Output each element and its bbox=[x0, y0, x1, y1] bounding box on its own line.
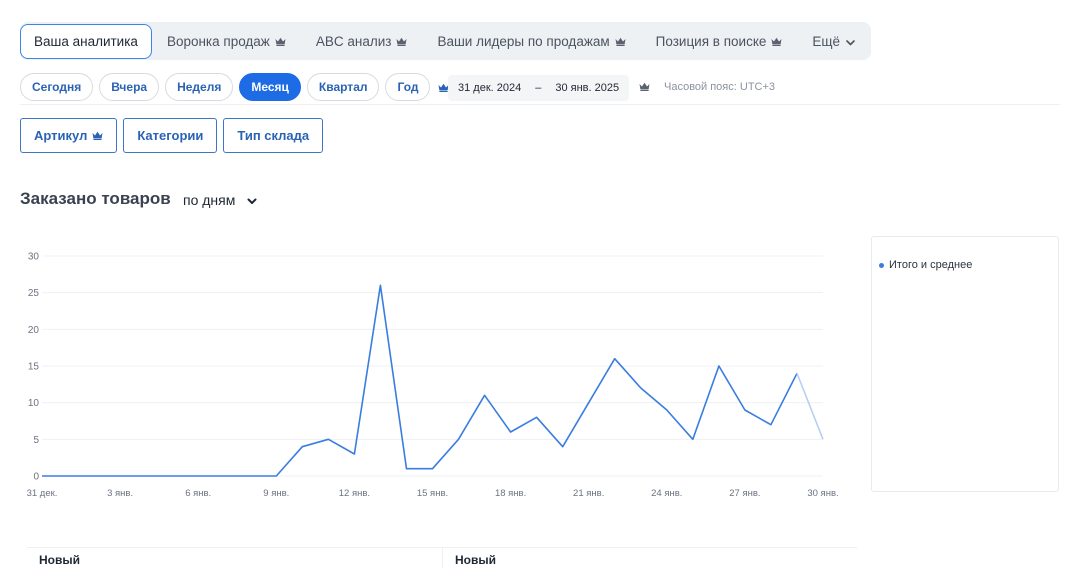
period-1[interactable]: Вчера bbox=[99, 73, 160, 101]
filter-label: Тип склада bbox=[237, 128, 310, 143]
tab-4[interactable]: Позиция в поиске bbox=[641, 22, 798, 60]
y-tick-label: 25 bbox=[28, 288, 40, 299]
date-from: 31 дек. 2024 bbox=[458, 82, 522, 94]
y-tick-label: 15 bbox=[28, 362, 40, 373]
chevron-down-icon bbox=[247, 192, 257, 208]
series-line-partial bbox=[796, 373, 824, 440]
y-tick-label: 5 bbox=[33, 435, 39, 446]
tab-label: Ваши лидеры по продажам bbox=[437, 33, 610, 49]
table-header-cell: Новый bbox=[39, 553, 80, 567]
period-3[interactable]: Месяц bbox=[239, 73, 301, 101]
legend-item-total[interactable]: Итого и среднее bbox=[879, 259, 972, 271]
tab-0[interactable]: Ваша аналитика bbox=[20, 23, 152, 59]
tab-label: Позиция в поиске bbox=[655, 33, 767, 49]
x-tick-label: 9 янв. bbox=[263, 488, 289, 499]
period-0[interactable]: Сегодня bbox=[20, 73, 94, 101]
x-tick-label: 3 янв. bbox=[107, 488, 133, 499]
period-2[interactable]: Неделя bbox=[165, 73, 234, 101]
crown-icon bbox=[396, 37, 407, 46]
filter-button-2[interactable]: Тип склада bbox=[223, 118, 324, 153]
date-range-picker[interactable]: 31 дек. 2024 – 30 янв. 2025 bbox=[448, 75, 630, 101]
crown-icon bbox=[275, 37, 286, 46]
chevron-down-icon bbox=[846, 34, 855, 49]
tab-3[interactable]: Ваши лидеры по продажам bbox=[422, 22, 640, 60]
filter-button-0[interactable]: Артикул bbox=[20, 118, 118, 153]
crown-icon bbox=[771, 37, 782, 46]
crown-icon bbox=[92, 131, 103, 140]
x-tick-label: 18 янв. bbox=[495, 488, 526, 499]
granularity-select[interactable]: по дням bbox=[183, 192, 257, 208]
x-tick-label: 6 янв. bbox=[185, 488, 211, 499]
granularity-value: по дням bbox=[183, 192, 236, 208]
filter-label: Категории bbox=[137, 128, 204, 143]
period-4[interactable]: Квартал bbox=[306, 73, 380, 101]
tab-label: Ваша аналитика bbox=[34, 33, 138, 49]
period-5[interactable]: Год bbox=[385, 73, 431, 101]
date-separator: – bbox=[535, 82, 542, 94]
x-tick-label: 15 янв. bbox=[417, 488, 448, 499]
date-to: 30 янв. 2025 bbox=[555, 82, 620, 94]
y-tick-label: 20 bbox=[28, 325, 40, 336]
filter-label: Артикул bbox=[34, 128, 88, 143]
tab-1[interactable]: Воронка продаж bbox=[152, 22, 301, 60]
x-tick-label: 12 янв. bbox=[339, 488, 370, 499]
crown-icon bbox=[615, 37, 626, 46]
y-tick-label: 30 bbox=[28, 252, 40, 263]
table-header-cell: Новый bbox=[455, 553, 496, 567]
table-column: Новый bbox=[27, 548, 443, 568]
legend-label: Итого и среднее bbox=[889, 259, 973, 271]
divider bbox=[20, 104, 1060, 105]
chart-title: Заказано товаров bbox=[20, 189, 171, 208]
series-line bbox=[42, 284, 798, 477]
x-tick-label: 27 янв. bbox=[729, 488, 760, 499]
timezone-label: Часовой пояс: UTC+3 bbox=[664, 81, 776, 93]
analytics-tabs: Ваша аналитика Воронка продаж ABC анализ Ва… bbox=[20, 22, 871, 60]
filter-buttons: Артикул Категории Тип склада bbox=[20, 118, 329, 153]
filter-button-1[interactable]: Категории bbox=[123, 118, 218, 153]
tab-label: ABC анализ bbox=[315, 33, 392, 49]
y-tick-label: 10 bbox=[28, 398, 40, 409]
x-tick-label: 24 янв. bbox=[651, 488, 682, 499]
period-selector: Сегодня Вчера Неделя Месяц Квартал Год bbox=[20, 73, 449, 101]
tab-5[interactable]: Ещё bbox=[797, 22, 870, 60]
x-tick-label: 30 янв. bbox=[807, 488, 838, 499]
crown-icon bbox=[639, 82, 650, 91]
tab-label: Воронка продаж bbox=[166, 33, 270, 49]
tab-label: Ещё bbox=[812, 33, 841, 49]
legend-dot bbox=[879, 262, 884, 268]
y-tick-label: 0 bbox=[33, 472, 39, 483]
tab-2[interactable]: ABC анализ bbox=[301, 22, 423, 60]
x-tick-label: 21 янв. bbox=[573, 488, 604, 499]
chart-legend: Итого и среднее bbox=[871, 236, 1059, 492]
orders-line-chart: 0 5 10 15 20 25 30 31 дек. 3 янв. 6 янв. 9 янв. 12 … bbox=[27, 252, 839, 500]
x-tick-label: 31 дек. bbox=[27, 488, 58, 499]
